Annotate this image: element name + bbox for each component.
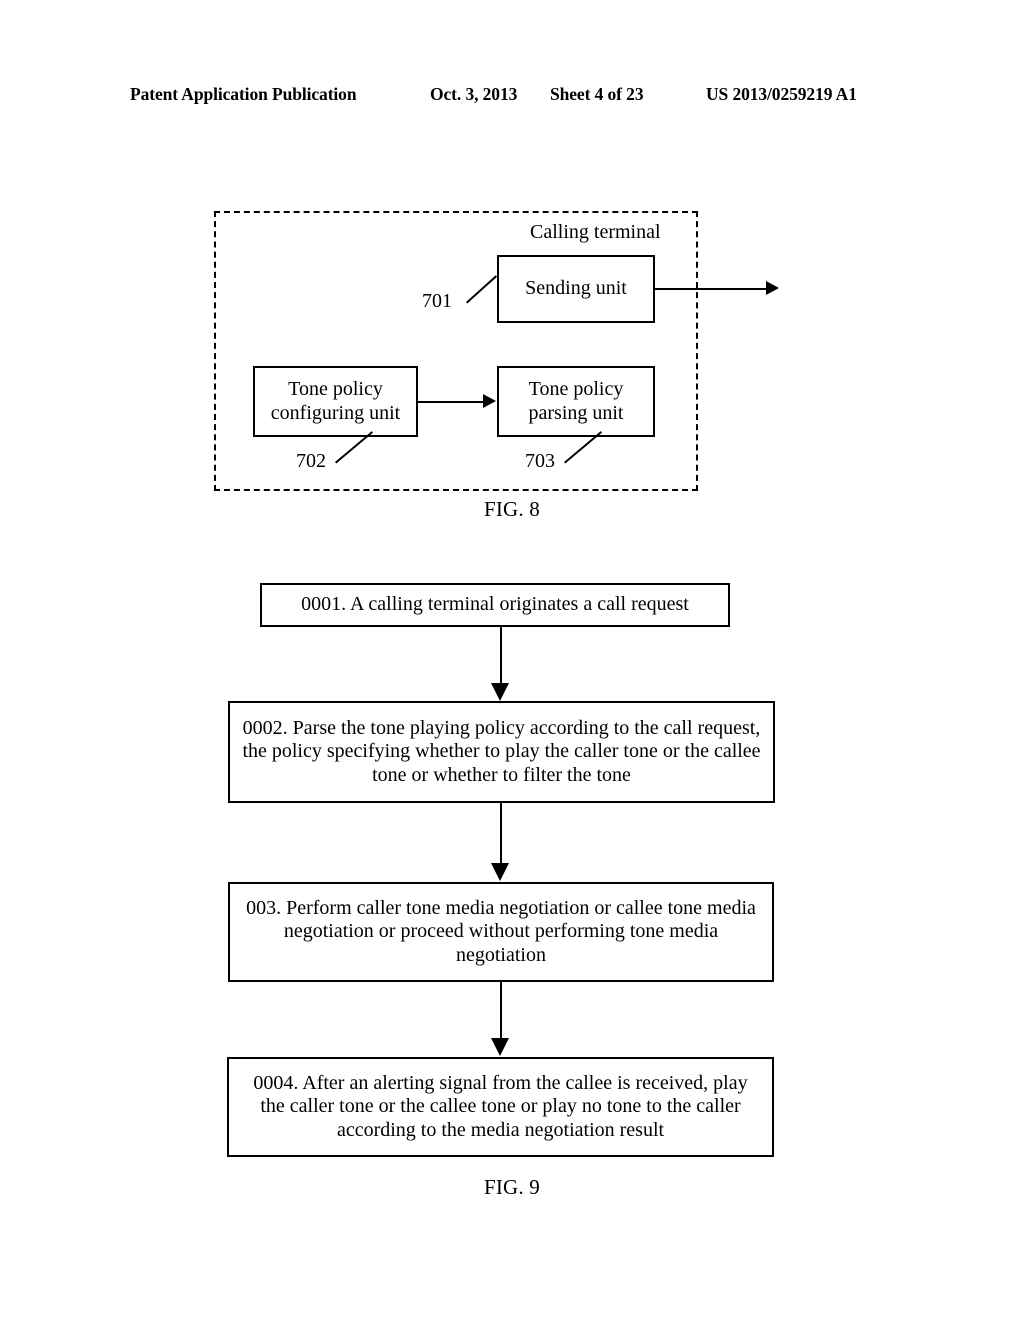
configuring-to-parsing-arrowhead	[483, 394, 496, 408]
flow-step-003: 003. Perform caller tone media negotiati…	[228, 882, 774, 982]
flow-step-0002: 0002. Parse the tone playing policy acco…	[228, 701, 775, 803]
tone-policy-parsing-unit-box: Tone policy parsing unit	[497, 366, 655, 437]
sending-unit-output-arrowhead	[766, 281, 779, 295]
flow-step-0001: 0001. A calling terminal originates a ca…	[260, 583, 730, 627]
flow-step-0002-text: 0002. Parse the tone playing policy acco…	[242, 716, 761, 786]
figure-9-caption: FIG. 9	[483, 1175, 541, 1199]
tone-policy-parsing-unit-label-line1: Tone policy	[528, 377, 624, 400]
connector-003-0004-arrowhead	[491, 1038, 509, 1056]
tone-policy-configuring-unit-box: Tone policy configuring unit	[253, 366, 418, 437]
calling-terminal-boundary	[214, 211, 698, 491]
configuring-to-parsing-line	[418, 401, 484, 403]
flow-step-0004: 0004. After an alerting signal from the …	[227, 1057, 774, 1157]
connector-003-0004-line	[500, 982, 502, 1040]
reference-numeral-702: 702	[296, 450, 326, 472]
tone-policy-configuring-unit-label-line1: Tone policy	[288, 377, 383, 400]
connector-0002-003-arrowhead	[491, 863, 509, 881]
flow-step-0001-text: 0001. A calling terminal originates a ca…	[301, 593, 689, 616]
publication-date: Oct. 3, 2013	[430, 84, 518, 104]
patent-number: US 2013/0259219 A1	[706, 84, 857, 104]
sending-unit-box: Sending unit	[497, 255, 655, 323]
sending-unit-output-line	[655, 288, 768, 290]
figure-8-caption: FIG. 8	[483, 497, 541, 521]
connector-0001-0002-arrowhead	[491, 683, 509, 701]
reference-numeral-703: 703	[525, 450, 555, 472]
tone-policy-configuring-unit-label-line2: configuring unit	[270, 401, 401, 424]
publication-label: Patent Application Publication	[130, 84, 357, 104]
calling-terminal-label: Calling terminal	[530, 221, 661, 243]
connector-0002-003-line	[500, 803, 502, 865]
sending-unit-label: Sending unit	[525, 277, 627, 300]
connector-0001-0002-line	[500, 627, 502, 685]
sheet-label: Sheet 4 of 23	[550, 84, 644, 104]
page-header: Patent Application Publication Oct. 3, 2…	[130, 84, 894, 110]
flow-step-0004-text: 0004. After an alerting signal from the …	[253, 1071, 748, 1141]
tone-policy-parsing-unit-label-line2: parsing unit	[528, 401, 624, 424]
flow-step-003-text: 003. Perform caller tone media negotiati…	[246, 896, 756, 966]
reference-numeral-701: 701	[422, 290, 452, 312]
